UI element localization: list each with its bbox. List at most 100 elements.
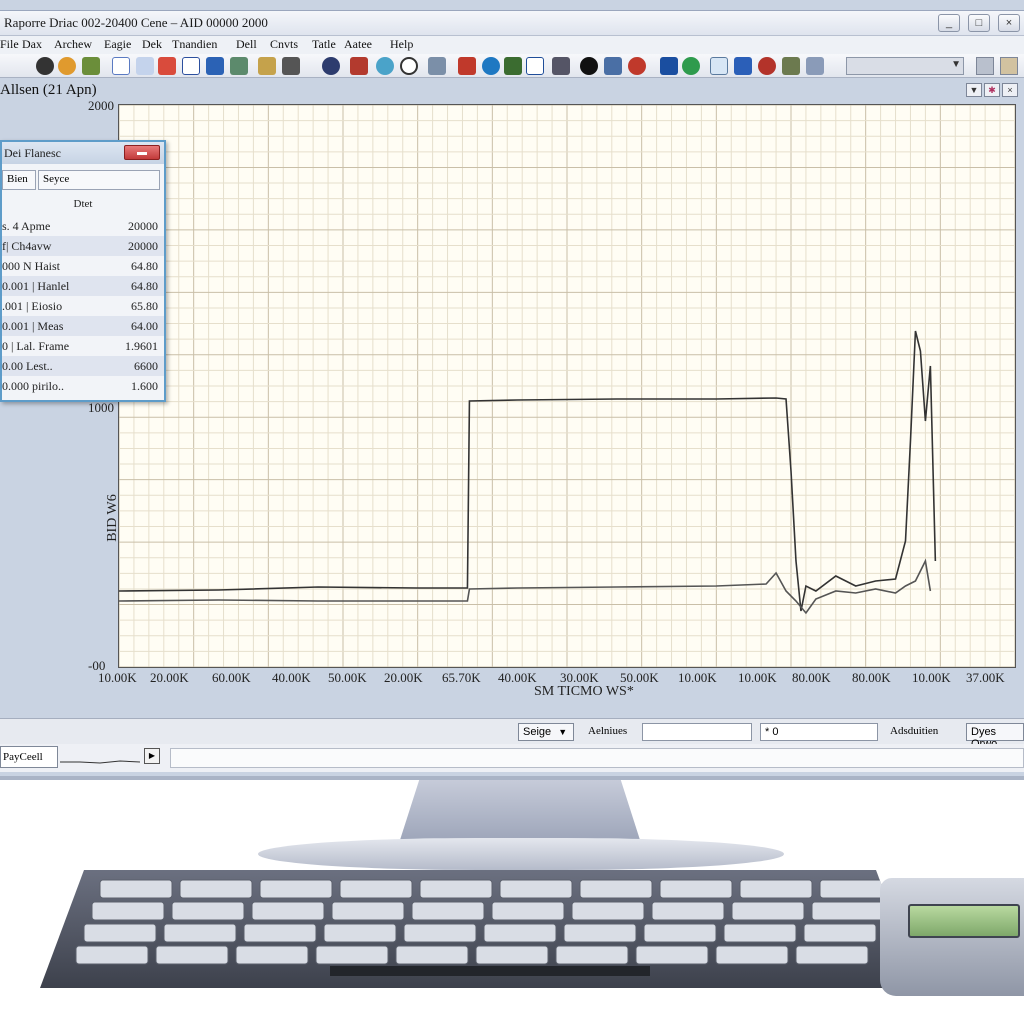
keyboard-key [723, 923, 797, 943]
menu-item-9[interactable]: Tatle [312, 37, 336, 52]
panel-row[interactable]: 000 N Haist 64.80 [2, 256, 164, 276]
chat-icon[interactable] [230, 57, 248, 75]
panel-close-button[interactable]: ▬ [124, 145, 160, 160]
keyboard-key [235, 945, 309, 965]
keyboard-key [99, 879, 173, 899]
x-tick-label: 37.00K [966, 670, 1005, 685]
chart-option-button[interactable]: ✱ [984, 83, 1000, 97]
table-icon[interactable] [526, 57, 544, 75]
people-icon[interactable] [82, 57, 100, 75]
panel-row[interactable]: .001 | Eiosio 65.80 [2, 296, 164, 316]
open-icon[interactable] [136, 57, 154, 75]
flag-icon[interactable] [158, 57, 176, 75]
globe-icon[interactable] [58, 57, 76, 75]
print-icon[interactable] [182, 57, 200, 75]
status-dropdown[interactable]: Seige ▼ [518, 723, 574, 741]
title-bar: Raporre Driac 002-20400 Cene – AID 00000… [0, 10, 1024, 36]
layout-icon[interactable] [552, 57, 570, 75]
x-tick-label: 80.00K [792, 670, 831, 685]
bottom-input[interactable] [170, 748, 1024, 768]
sparkline [60, 760, 140, 764]
color-icon[interactable] [682, 57, 700, 75]
menu-help[interactable]: Help [390, 37, 413, 52]
panel-icon[interactable] [976, 57, 994, 75]
stop-icon[interactable] [628, 57, 646, 75]
network-icon[interactable] [482, 57, 500, 75]
panel-row[interactable]: f| Ch4avw 20000 [2, 236, 164, 256]
close-icon: ▬ [137, 147, 147, 158]
menu-item-6[interactable]: Tnandien [172, 37, 217, 52]
menu-file[interactable]: File [0, 37, 19, 52]
target-icon[interactable] [580, 57, 598, 75]
x-tick-label: 10.00K [678, 670, 717, 685]
book-icon[interactable] [782, 57, 800, 75]
menu-item-5[interactable]: Dek [142, 37, 162, 52]
pin-icon[interactable] [322, 57, 340, 75]
panel-row[interactable]: 0.001 | Hanlel 64.80 [2, 276, 164, 296]
row-value: 65.80 [131, 299, 158, 313]
refresh-icon[interactable] [376, 57, 394, 75]
panel-row[interactable]: 0 | Lal. Frame 1.9601 [2, 336, 164, 356]
export-icon[interactable] [504, 57, 522, 75]
panel-tabs: Bien Seyce [2, 170, 164, 190]
bottom-bar: PayCeell ▶ [0, 744, 1024, 772]
menu-item-2[interactable]: Dax [22, 37, 42, 52]
save-icon[interactable] [206, 57, 224, 75]
bottom-tab[interactable]: PayCeell [0, 746, 58, 768]
search-icon[interactable] [400, 57, 418, 75]
panel-tab-bien[interactable]: Bien [2, 170, 36, 190]
device-screen [908, 904, 1020, 938]
new-document-icon[interactable] [112, 57, 130, 75]
pencil-icon[interactable] [282, 57, 300, 75]
panel-row[interactable]: 0.00 Lest.. 6600 [2, 356, 164, 376]
chart-grid [119, 105, 1015, 667]
record-icon[interactable] [36, 57, 54, 75]
chart-svg [119, 105, 1015, 667]
menu-item-10[interactable]: Aatee [344, 37, 372, 52]
keyboard-key [75, 945, 149, 965]
minimize-button[interactable]: _ [938, 14, 960, 32]
copy-icon[interactable] [710, 57, 728, 75]
close-window-button[interactable]: × [998, 14, 1020, 32]
properties-icon[interactable] [1000, 57, 1018, 75]
menu-item-3[interactable]: Archew [54, 37, 92, 52]
chart-series [119, 330, 937, 615]
panel-row[interactable]: s. 4 Apme 20000 [2, 216, 164, 236]
x-tick-label: 40.00K [498, 670, 537, 685]
bar-chart-icon[interactable] [428, 57, 446, 75]
status-input[interactable] [642, 723, 752, 741]
x-tick-label: 80.00K [852, 670, 891, 685]
chart-close-button[interactable]: × [1002, 83, 1018, 97]
window-icon[interactable] [660, 57, 678, 75]
bottom-nav-button[interactable]: ▶ [144, 748, 160, 764]
row-label: 0.00 Lest.. [2, 359, 53, 373]
star-icon[interactable] [734, 57, 752, 75]
chart-menu-button[interactable]: ▼ [966, 83, 982, 97]
menu-item-8[interactable]: Cnvts [270, 37, 298, 52]
panel-row[interactable]: 0.001 | Meas 64.00 [2, 316, 164, 336]
keyboard-key [499, 879, 573, 899]
x-tick-label: 20.00K [150, 670, 189, 685]
keyboard-key [171, 901, 245, 921]
filter-icon[interactable] [350, 57, 368, 75]
chevron-down-icon: ▼ [951, 59, 961, 70]
plot-area[interactable] [118, 104, 1016, 668]
grid-icon[interactable] [458, 57, 476, 75]
status-value-field[interactable]: * 0 [760, 723, 878, 741]
menu-item-4[interactable]: Eagie [104, 37, 131, 52]
edit-icon[interactable] [258, 57, 276, 75]
y-tick-label: 2000 [88, 98, 114, 113]
toolbar-dropdown[interactable]: ▼ [846, 57, 964, 75]
settings-icon[interactable] [604, 57, 622, 75]
status-dropdown-2[interactable]: Dyes Orwo [966, 723, 1024, 750]
panel-row[interactable]: 0.000 pirilo.. 1.600 [2, 376, 164, 396]
help-icon[interactable] [806, 57, 824, 75]
panel-title-bar[interactable]: Dei Flanesc ▬ [2, 142, 164, 164]
x-axis-label: SM TICMO WS* [534, 684, 634, 699]
menu-bar: File Dax Archew Eagie Dek Tnandien Dell … [0, 36, 1024, 54]
status-bar: Seige ▼ Aelniues * 0 Adsduitien Dyes Orw… [0, 718, 1024, 750]
zoom-icon[interactable] [758, 57, 776, 75]
menu-item-7[interactable]: Dell [236, 37, 257, 52]
panel-tab-seyce[interactable]: Seyce [38, 170, 160, 190]
maximize-button[interactable]: □ [968, 14, 990, 32]
